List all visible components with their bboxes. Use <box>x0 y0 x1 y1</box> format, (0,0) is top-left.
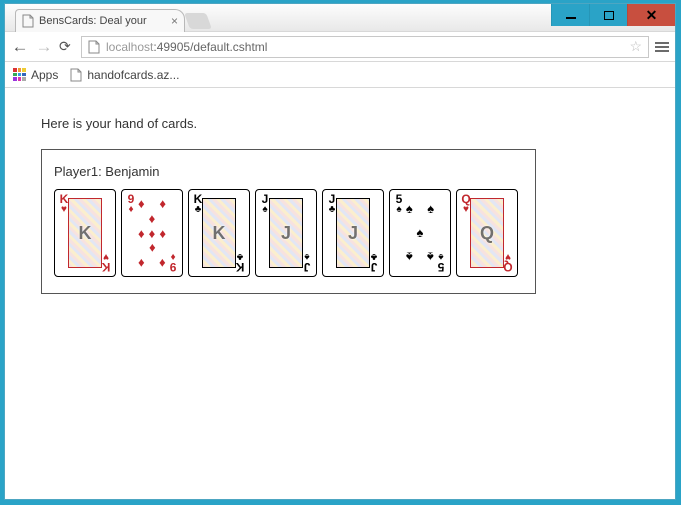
playing-card-k-hearts: K♥K♥ <box>54 189 116 277</box>
page-icon <box>88 40 100 54</box>
card-face <box>470 198 504 268</box>
apps-button[interactable]: Apps <box>13 68 58 82</box>
card-pips: ♦♦♦♦♦♦♦♦♦ <box>136 196 168 270</box>
apps-label: Apps <box>31 68 58 82</box>
titlebar: BensCards: Deal your × ✕ <box>5 4 675 32</box>
bookmark-label: handofcards.az... <box>87 68 179 82</box>
bookmarks-bar: Apps handofcards.az... <box>5 62 675 88</box>
reload-button[interactable]: ⟳ <box>59 38 75 55</box>
browser-tab[interactable]: BensCards: Deal your × <box>15 9 185 32</box>
player-label: Player1: Benjamin <box>54 164 523 179</box>
apps-icon <box>13 68 26 81</box>
toolbar: ← → ⟳ localhost:49905/default.cshtml ☆ <box>5 32 675 62</box>
playing-card-5-spades: 5♠5♠♠♠♠♠♠ <box>389 189 451 277</box>
page-icon <box>70 68 82 82</box>
player-hand-box: Player1: Benjamin K♥K♥9♦9♦♦♦♦♦♦♦♦♦♦K♣K♣J… <box>41 149 536 294</box>
playing-card-j-clubs: J♣J♣ <box>322 189 384 277</box>
playing-card-j-spades: J♠J♠ <box>255 189 317 277</box>
window-controls: ✕ <box>551 4 675 26</box>
window-close-button[interactable]: ✕ <box>627 4 675 26</box>
forward-button: → <box>35 37 53 57</box>
window-minimize-button[interactable] <box>551 4 589 26</box>
back-button[interactable]: ← <box>11 37 29 57</box>
new-tab-button[interactable] <box>184 13 212 29</box>
cards-row: K♥K♥9♦9♦♦♦♦♦♦♦♦♦♦K♣K♣J♠J♠J♣J♣5♠5♠♠♠♠♠♠Q♥… <box>54 189 523 277</box>
browser-window: BensCards: Deal your × ✕ ← → ⟳ localhost… <box>4 3 676 500</box>
card-corner-bottom: 5♠ <box>435 251 447 273</box>
menu-button[interactable] <box>655 40 669 54</box>
card-corner-bottom: 9♦ <box>167 251 179 273</box>
url-text: localhost:49905/default.cshtml <box>106 40 267 54</box>
playing-card-q-hearts: Q♥Q♥ <box>456 189 518 277</box>
address-bar[interactable]: localhost:49905/default.cshtml ☆ <box>81 36 649 58</box>
playing-card-9-diamonds: 9♦9♦♦♦♦♦♦♦♦♦♦ <box>121 189 183 277</box>
card-face <box>68 198 102 268</box>
window-maximize-button[interactable] <box>589 4 627 26</box>
card-face <box>202 198 236 268</box>
card-pips: ♠♠♠♠♠ <box>404 196 436 270</box>
card-face <box>336 198 370 268</box>
tab-title: BensCards: Deal your <box>39 15 167 27</box>
bookmark-star-icon[interactable]: ☆ <box>629 38 642 55</box>
playing-card-k-clubs: K♣K♣ <box>188 189 250 277</box>
page-icon <box>22 14 34 28</box>
card-face <box>269 198 303 268</box>
bookmark-item[interactable]: handofcards.az... <box>70 68 179 82</box>
tab-close-icon[interactable]: × <box>171 15 178 27</box>
page-heading: Here is your hand of cards. <box>41 116 639 131</box>
page-content: Here is your hand of cards. Player1: Ben… <box>5 88 675 322</box>
